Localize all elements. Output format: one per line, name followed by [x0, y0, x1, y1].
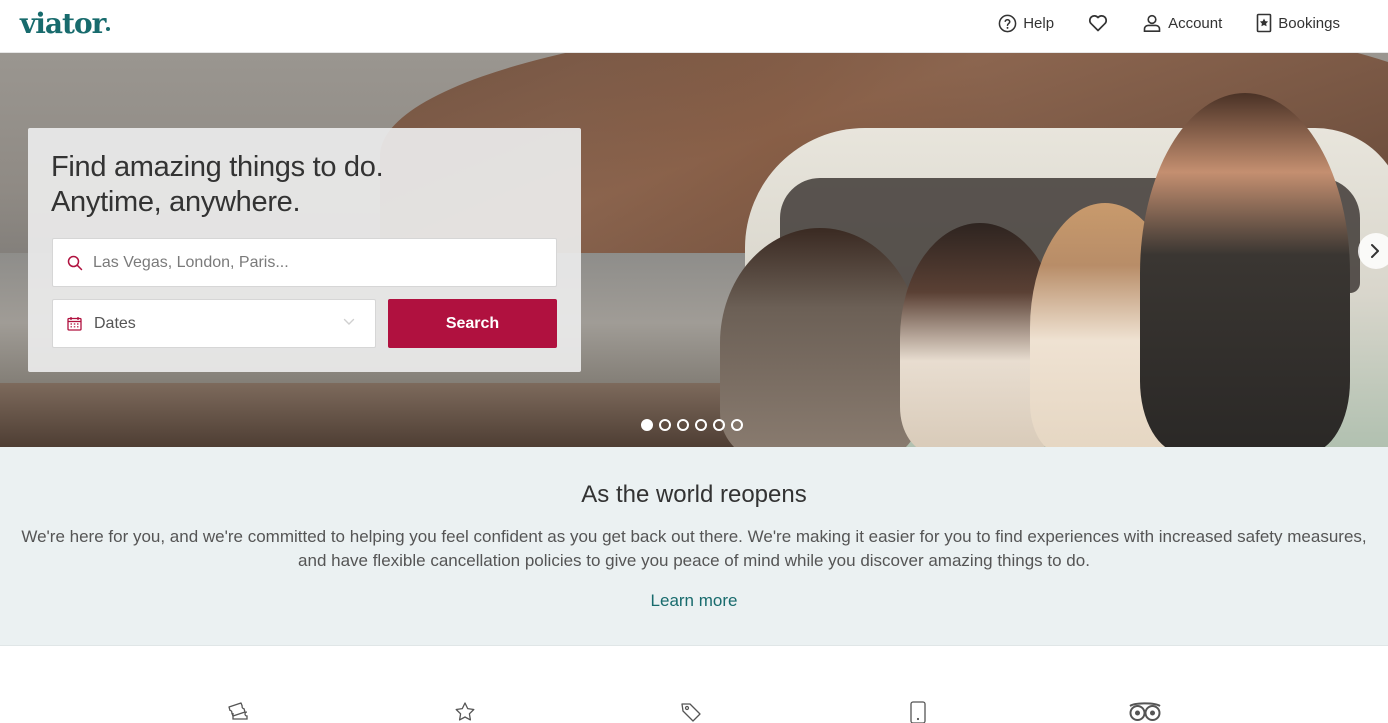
hero-image-person: [720, 228, 920, 447]
carousel-next-button[interactable]: [1358, 233, 1388, 269]
help-link[interactable]: Help: [998, 14, 1054, 33]
headline-line-2: Anytime, anywhere.: [51, 186, 301, 218]
star-icon: [455, 702, 475, 721]
help-label: Help: [1023, 14, 1055, 32]
phone-icon: [910, 701, 926, 723]
features-row: [0, 647, 1388, 723]
learn-more-text[interactable]: Learn more: [651, 591, 738, 610]
viator-logo[interactable]: viator: [20, 7, 111, 40]
carousel-dot[interactable]: [677, 419, 689, 431]
destination-search-input[interactable]: Las Vegas, London, Paris...: [52, 238, 557, 287]
carousel-dot[interactable]: [731, 419, 743, 431]
wishlist-button[interactable]: [1088, 14, 1108, 32]
user-icon: [1143, 14, 1161, 32]
carousel-dot[interactable]: [641, 419, 653, 431]
bookings-icon: [1256, 13, 1272, 33]
tripadvisor-icon: [1129, 702, 1161, 721]
account-label: Account: [1168, 14, 1223, 32]
tag-icon: [681, 703, 701, 722]
carousel-dot[interactable]: [659, 419, 671, 431]
learn-more-link: Learn more: [0, 591, 1388, 611]
bookings-link[interactable]: Bookings: [1256, 13, 1340, 33]
logo-text: viator: [20, 7, 106, 40]
top-nav: Help Account Bookings: [964, 0, 1340, 46]
hero-image-person: [1140, 93, 1350, 447]
hero-headline: Find amazing things to do. Anytime, anyw…: [51, 150, 384, 220]
account-link[interactable]: Account: [1142, 13, 1222, 33]
search-button[interactable]: Search: [388, 299, 557, 348]
bookings-label: Bookings: [1278, 14, 1340, 32]
carousel-dots: [641, 419, 749, 431]
dates-label: Dates: [94, 314, 136, 332]
reopen-section: As the world reopens We're here for you,…: [0, 447, 1388, 646]
reopen-body: We're here for you, and we're committed …: [21, 527, 1367, 570]
site-header: viator Help Account Bookings: [0, 0, 1388, 53]
chevron-right-icon: [1371, 244, 1379, 258]
ticket-icon: [228, 702, 248, 720]
headline-line-1: Find amazing things to do.: [51, 151, 384, 183]
search-icon: [67, 255, 83, 270]
carousel-dot[interactable]: [713, 419, 725, 431]
help-icon: [998, 14, 1017, 32]
search-placeholder: Las Vegas, London, Paris...: [93, 253, 289, 271]
carousel-dot[interactable]: [695, 419, 707, 431]
heart-icon: [1089, 15, 1108, 32]
dates-picker[interactable]: Dates: [52, 299, 376, 348]
calendar-icon: [67, 317, 82, 331]
chevron-down-icon: [343, 318, 355, 325]
reopen-title: As the world reopens: [581, 481, 807, 508]
search-panel: Find amazing things to do. Anytime, anyw…: [28, 128, 581, 372]
